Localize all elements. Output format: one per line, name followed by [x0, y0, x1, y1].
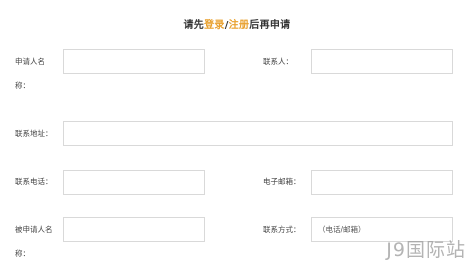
respondent-name-label-line2: 称：	[15, 249, 30, 258]
contact-phone-input[interactable]	[63, 170, 205, 195]
contact-address-label: 联系地址：	[15, 129, 53, 138]
email-input[interactable]	[311, 170, 453, 195]
contact-person-input[interactable]	[311, 49, 453, 74]
register-link[interactable]: 注册	[229, 20, 250, 31]
contact-phone-label: 联系电话：	[15, 177, 53, 186]
login-notice: 请先登录/注册后再申请	[0, 16, 474, 31]
applicant-name-label-line1: 申请人名	[15, 57, 45, 66]
email-label: 电子邮箱：	[263, 177, 301, 186]
contact-method-placeholder: （电话/邮箱）	[318, 225, 366, 234]
respondent-name-label-line1: 被申请人名	[15, 225, 53, 234]
contact-person-label: 联系人：	[263, 57, 293, 66]
notice-prefix: 请先	[183, 20, 205, 31]
applicant-name-label-line2: 称：	[15, 81, 30, 90]
respondent-name-input[interactable]	[63, 217, 205, 242]
site-watermark: J9国际站	[386, 239, 466, 261]
notice-suffix: 后再申请	[249, 20, 291, 31]
applicant-name-input[interactable]	[63, 49, 205, 74]
contact-address-input[interactable]	[63, 121, 453, 146]
contact-method-label: 联系方式：	[263, 225, 301, 234]
login-link[interactable]: 登录	[204, 20, 225, 31]
